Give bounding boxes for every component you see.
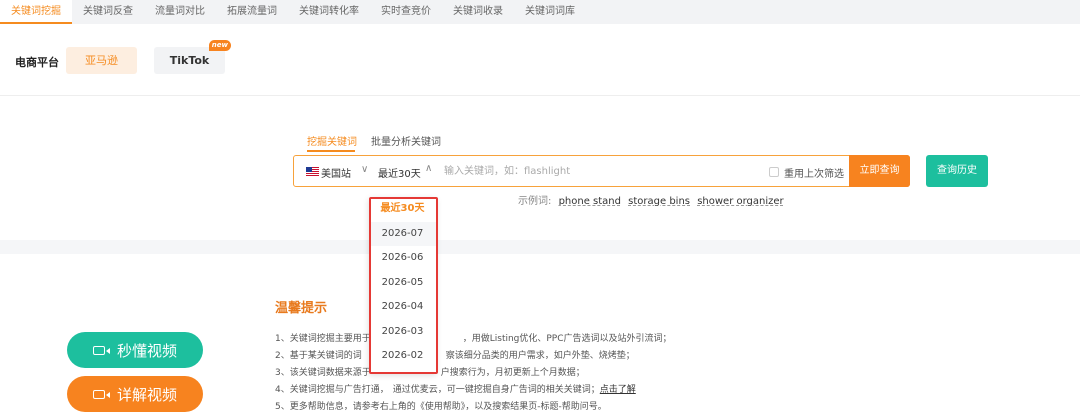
- period-select[interactable]: 最近30天: [378, 165, 421, 180]
- tip-text: 户搜索行为，月初更新上个月数据；: [440, 368, 585, 378]
- example-word[interactable]: shower organizer: [697, 196, 783, 207]
- period-option[interactable]: 2026-03: [369, 320, 436, 345]
- tab-realtime-bid[interactable]: 实时查竞价: [370, 0, 442, 24]
- learn-more-link[interactable]: 点击了解: [600, 385, 636, 395]
- subtab-underline: [307, 150, 355, 152]
- reuse-filter-label[interactable]: 重用上次筛选: [784, 165, 844, 180]
- tip-line: 1、关键词挖掘主要用于 ，用做Listing优化、PPC广告选词以及站外引流词；: [275, 331, 672, 344]
- section-divider: [0, 240, 1080, 254]
- tip-line: 4、关键词挖掘与广告打通， 通过优麦云，可一键挖掘自身广告词的相关关键词；点击了解: [275, 382, 636, 395]
- search-bar: 美国站 ∨ 最近30天 ∧ 重用上次筛选 立即查询: [293, 155, 910, 187]
- detail-video-label: 详解视频: [116, 385, 177, 404]
- tip-text: 2、基于某关键词的词: [275, 351, 362, 361]
- example-words: 示例词: phone stand storage bins shower org…: [518, 192, 784, 207]
- quick-video-label: 秒懂视频: [116, 341, 177, 360]
- tab-keyword-reverse[interactable]: 关键词反查: [72, 0, 144, 24]
- tip-text: 1、关键词挖掘主要用于: [275, 334, 371, 344]
- period-option[interactable]: 2026-05: [369, 271, 436, 296]
- new-badge: new: [208, 40, 231, 51]
- reuse-filter-checkbox[interactable]: [769, 167, 779, 177]
- tab-expand-traffic[interactable]: 拓展流量词: [216, 0, 288, 24]
- tip-text: 4、关键词挖掘与广告打通，: [275, 385, 389, 395]
- video-camera-icon: [92, 345, 110, 355]
- period-option[interactable]: 最近30天: [369, 197, 436, 222]
- example-label: 示例词:: [518, 196, 552, 207]
- platform-label: 电商平台: [15, 56, 59, 69]
- period-option[interactable]: 2026-04: [369, 295, 436, 320]
- quick-video-button[interactable]: 秒懂视频: [67, 332, 203, 368]
- top-tab-bar: 关键词挖掘 关键词反查 流量词对比 拓展流量词 关键词转化率 实时查竞价 关键词…: [0, 0, 1080, 24]
- tip-line: 5、更多帮助信息，请参考右上角的《使用帮助》，以及搜索结果页-标题-帮助问号。: [275, 402, 607, 412]
- tip-text: ，用做Listing优化、PPC广告选词以及站外引流词；: [462, 334, 672, 344]
- example-word[interactable]: phone stand: [559, 196, 621, 207]
- us-flag-icon: [306, 167, 319, 176]
- tip-line: 2、基于某关键词的词 察该细分品类的用户需求，如户外垫、烧烤垫；: [275, 348, 635, 361]
- subtab-mine-keywords[interactable]: 挖掘关键词: [307, 133, 357, 148]
- tip-text: 通过优麦云，: [392, 385, 447, 395]
- example-word[interactable]: storage bins: [628, 196, 690, 207]
- query-button[interactable]: 立即查询: [849, 155, 910, 187]
- video-camera-icon: [92, 389, 110, 399]
- keyword-input[interactable]: [444, 161, 754, 181]
- tab-keyword-mining[interactable]: 关键词挖掘: [0, 0, 72, 24]
- period-dropdown: 最近30天 2026-07 2026-06 2026-05 2026-04 20…: [369, 197, 436, 373]
- tab-keyword-index[interactable]: 关键词收录: [442, 0, 514, 24]
- query-history-button[interactable]: 查询历史: [926, 155, 988, 187]
- tab-conversion-rate[interactable]: 关键词转化率: [288, 0, 370, 24]
- tiktok-label: TikTok: [169, 54, 210, 67]
- tip-text: 3、该关键词数据来源于: [275, 368, 371, 378]
- tab-keyword-library[interactable]: 关键词词库: [514, 0, 586, 24]
- period-option[interactable]: 2026-06: [369, 246, 436, 271]
- tip-text: 可一键挖掘自身广告词的相关关键词；: [446, 385, 600, 395]
- period-option[interactable]: 2026-02: [369, 344, 436, 369]
- amazon-button[interactable]: 亚马逊: [66, 47, 137, 74]
- detail-video-button[interactable]: 详解视频: [67, 376, 203, 412]
- tip-text: 察该细分品类的用户需求，如户外垫、烧烤垫；: [445, 351, 635, 361]
- tab-traffic-compare[interactable]: 流量词对比: [144, 0, 216, 24]
- platform-row: 电商平台 亚马逊 TikTok new: [0, 24, 1080, 96]
- chevron-down-icon[interactable]: ∨: [361, 164, 368, 175]
- chevron-up-icon[interactable]: ∧: [425, 163, 432, 174]
- site-select[interactable]: 美国站: [321, 165, 351, 180]
- period-option[interactable]: 2026-07: [369, 221, 436, 246]
- subtab-batch-analysis[interactable]: 批量分析关键词: [371, 133, 441, 148]
- tips-title: 温馨提示: [275, 301, 328, 316]
- tiktok-button[interactable]: TikTok new: [154, 40, 231, 74]
